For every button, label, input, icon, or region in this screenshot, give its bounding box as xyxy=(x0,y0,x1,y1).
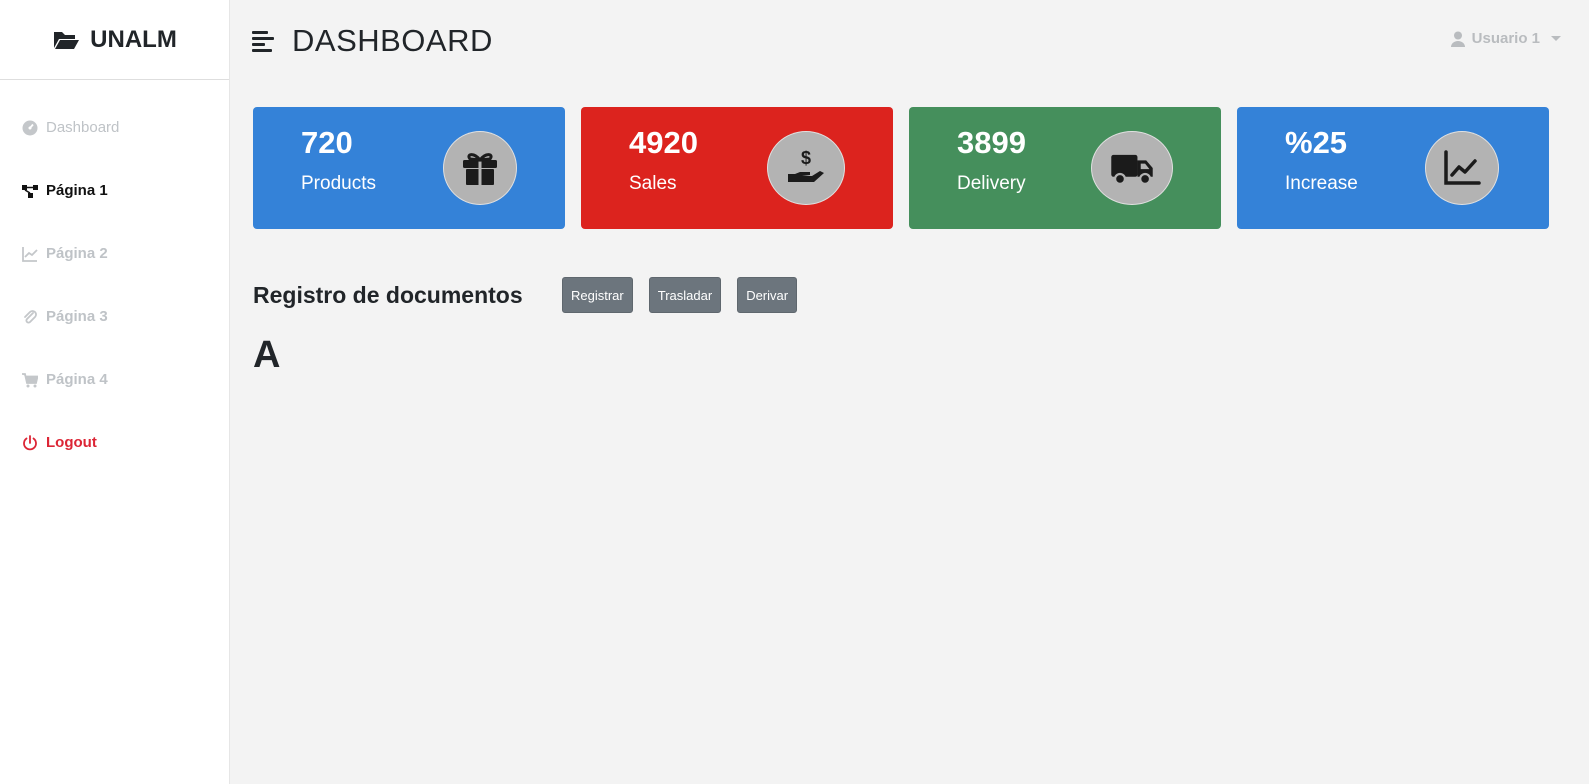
sidebar-item-logout[interactable]: Logout xyxy=(0,411,229,474)
gift-icon xyxy=(443,131,517,205)
stat-cards: 720 Products 4920 Sales $ 3899 Delivery … xyxy=(253,107,1549,229)
content-heading: A xyxy=(253,334,281,376)
stat-label: Products xyxy=(301,173,376,194)
section-title: Registro de documentos xyxy=(253,281,523,308)
sidebar-item-pagina-4[interactable]: Página 4 xyxy=(0,348,229,411)
stat-label: Increase xyxy=(1285,173,1358,194)
sidebar-item-pagina-2[interactable]: Página 2 xyxy=(0,222,229,285)
power-icon xyxy=(22,434,38,451)
sidebar-item-pagina-1[interactable]: Página 1 xyxy=(0,159,229,222)
stat-card-increase[interactable]: %25 Increase xyxy=(1237,107,1549,229)
brand-name: UNALM xyxy=(90,25,177,53)
chevron-down-icon xyxy=(1551,36,1561,41)
sidebar: UNALM Dashboard Página 1 Página 2 Página… xyxy=(0,0,230,784)
documents-section: Registro de documentos Registrar Traslad… xyxy=(253,277,813,313)
trasladar-button[interactable]: Trasladar xyxy=(648,277,722,313)
stat-card-sales[interactable]: 4920 Sales $ xyxy=(581,107,893,229)
cart-icon xyxy=(22,372,38,388)
stat-value: 720 xyxy=(301,125,353,160)
sidebar-item-label: Logout xyxy=(46,434,97,451)
sidebar-item-label: Dashboard xyxy=(46,119,120,136)
stat-label: Sales xyxy=(629,173,677,194)
sidebar-item-label: Página 1 xyxy=(46,182,108,199)
line-chart-icon xyxy=(22,246,38,262)
stat-value: 4920 xyxy=(629,125,698,160)
user-icon xyxy=(1450,31,1465,47)
stat-value: 3899 xyxy=(957,125,1026,160)
sidebar-item-label: Página 2 xyxy=(46,245,108,262)
hamburger-icon[interactable] xyxy=(252,30,276,52)
brand[interactable]: UNALM xyxy=(0,0,229,80)
sidebar-item-pagina-3[interactable]: Página 3 xyxy=(0,285,229,348)
registrar-button[interactable]: Registrar xyxy=(562,277,633,313)
folder-open-icon xyxy=(54,31,80,49)
stat-card-delivery[interactable]: 3899 Delivery xyxy=(909,107,1221,229)
stat-label: Delivery xyxy=(957,173,1026,194)
user-menu-dropdown[interactable]: Usuario 1 xyxy=(1450,30,1561,47)
topbar: DASHBOARD Usuario 1 xyxy=(230,0,1589,82)
truck-icon xyxy=(1091,131,1173,205)
trend-chart-icon xyxy=(1425,131,1499,205)
paperclip-icon xyxy=(22,309,38,325)
sidebar-nav: Dashboard Página 1 Página 2 Página 3 Pág… xyxy=(0,80,229,474)
user-name: Usuario 1 xyxy=(1471,30,1540,47)
diagram-nodes-icon xyxy=(22,183,38,199)
svg-text:$: $ xyxy=(801,148,811,168)
stat-card-products[interactable]: 720 Products xyxy=(253,107,565,229)
page-title: DASHBOARD xyxy=(292,23,493,58)
sidebar-item-dashboard[interactable]: Dashboard xyxy=(0,96,229,159)
stat-value: %25 xyxy=(1285,125,1348,160)
sidebar-item-label: Página 3 xyxy=(46,308,108,325)
hand-dollar-icon: $ xyxy=(767,131,845,205)
derivar-button[interactable]: Derivar xyxy=(737,277,798,313)
dashboard-gauge-icon xyxy=(22,120,38,136)
sidebar-item-label: Página 4 xyxy=(46,371,108,388)
